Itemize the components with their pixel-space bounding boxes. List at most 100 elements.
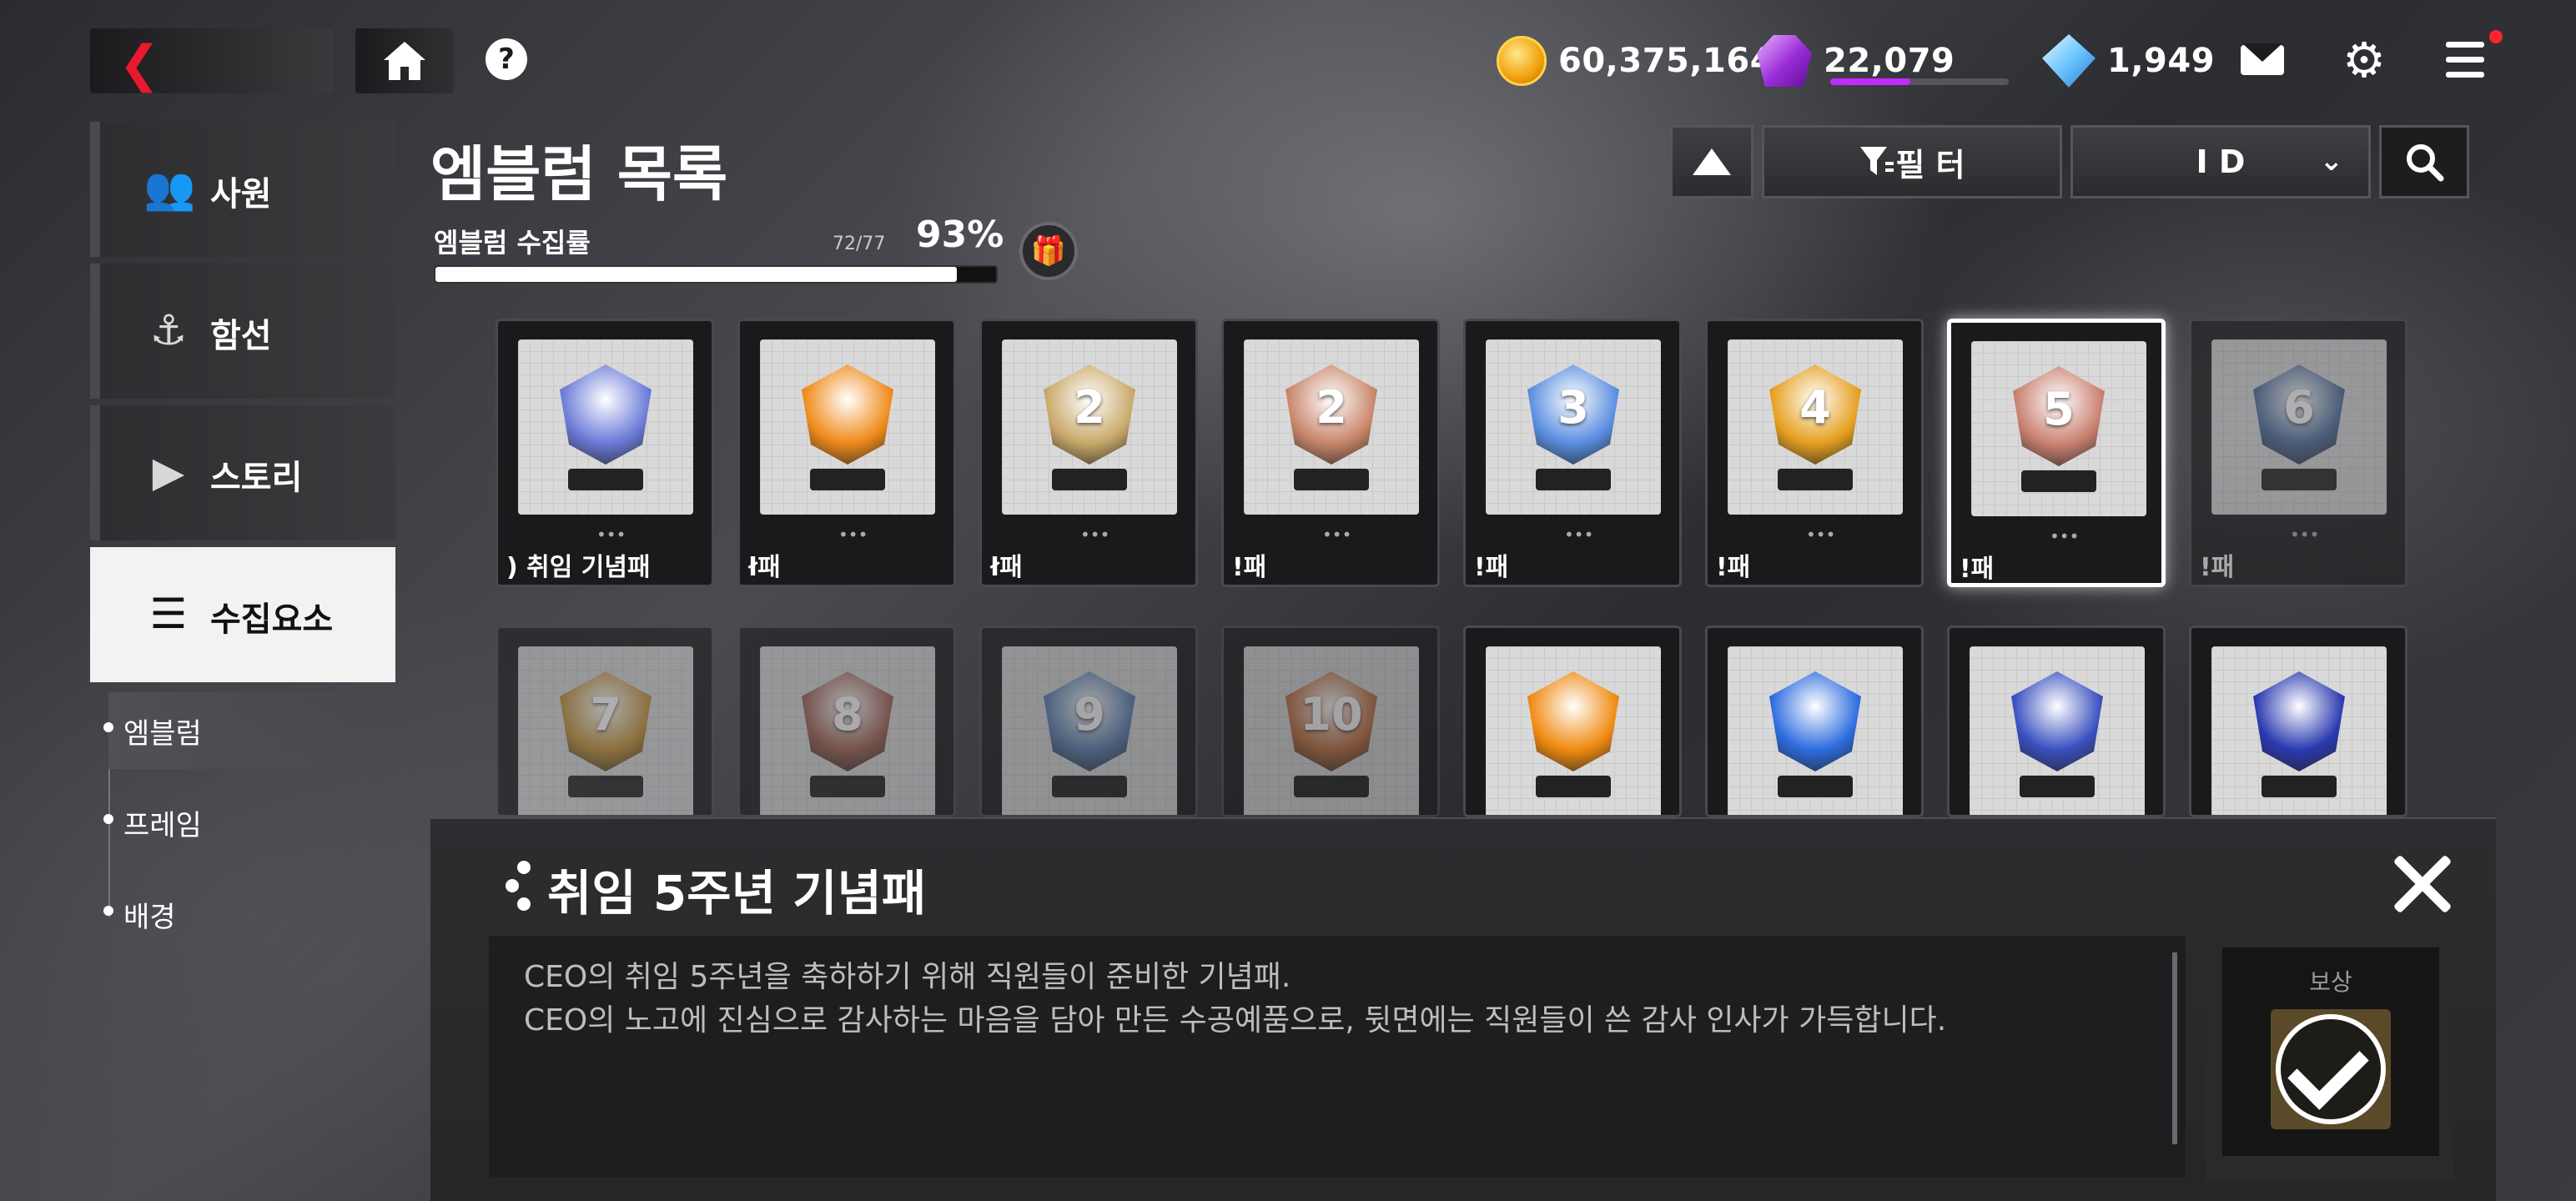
- emblem-card[interactable]: [1705, 626, 1924, 817]
- description-box: CEO의 취임 5주년을 축하하기 위해 직원들이 준비한 기념패. CEO의 …: [489, 936, 2186, 1178]
- emblem-card[interactable]: 5 ••• !패: [1947, 319, 2166, 587]
- filter-icon: [1860, 147, 1894, 175]
- submenu-dot: [103, 722, 113, 732]
- search-button[interactable]: [2379, 125, 2469, 198]
- emblem-card[interactable]: ••• ł패: [737, 319, 956, 587]
- emblem-card[interactable]: 3 ••• !패: [1463, 319, 1682, 587]
- collection-rate-label: 엠블럼 수집률: [434, 227, 591, 259]
- emblem-icon: [1511, 663, 1636, 805]
- collection-count: 72/77: [833, 234, 886, 254]
- page-title: 엠블럼 목록: [430, 139, 728, 209]
- emblem-card[interactable]: 10: [1221, 626, 1440, 817]
- emblem-name: ł패: [748, 553, 781, 582]
- filter-label: 필 터: [1895, 146, 1965, 183]
- gift-icon[interactable]: 🎁: [1019, 222, 1078, 280]
- emblem-number: 4: [1799, 381, 1831, 434]
- emblem-thumbnail: 2: [1244, 339, 1419, 515]
- submenu-label: 엠블럼: [123, 717, 202, 751]
- chevron-down-icon: ⌄: [2319, 144, 2344, 178]
- emblem-number: 10: [1300, 688, 1363, 741]
- emblem-icon: 9: [1027, 663, 1152, 805]
- emblem-icon: 10: [1269, 663, 1394, 805]
- back-button[interactable]: ❮: [90, 28, 334, 93]
- emblem-card[interactable]: 7: [496, 626, 714, 817]
- sort-order-button[interactable]: [1670, 125, 1753, 198]
- sidebar-item-label: 수집요소: [210, 600, 334, 639]
- filter-button[interactable]: 필 터: [1762, 125, 2062, 198]
- blue-diamond-icon: [2042, 34, 2096, 88]
- description-line: CEO의 노고에 진심으로 감사하는 마음을 담아 만든 수공예품으로, 뒷면에…: [524, 1003, 1947, 1038]
- emblem-card[interactable]: [1463, 626, 1682, 817]
- emblem-dots-icon: •••: [1080, 525, 1110, 545]
- emblem-thumbnail: [1486, 646, 1661, 815]
- emblem-number: 3: [1557, 381, 1589, 434]
- gold-amount: 60,375,164: [1558, 42, 1774, 80]
- sidebar-item-label: 스토리: [210, 459, 303, 497]
- collectibles-icon: ☰: [149, 590, 188, 638]
- ship-icon: ⚓: [149, 306, 188, 354]
- settings-gear-icon[interactable]: ⚙: [2341, 36, 2387, 84]
- collection-percent: 93%: [916, 214, 1004, 256]
- sidebar-item-collectibles[interactable]: ☰ 수집요소: [90, 547, 395, 682]
- back-arrow-icon: ❮: [118, 35, 161, 93]
- emblem-icon: [543, 356, 668, 498]
- submenu-emblem[interactable]: 엠블럼: [103, 711, 202, 751]
- emblem-name: !패: [1232, 553, 1267, 582]
- emblem-card[interactable]: 9: [979, 626, 1198, 817]
- emblem-card[interactable]: [2189, 626, 2407, 817]
- emblem-number: 5: [2043, 383, 2075, 435]
- gem-bar: [1830, 78, 2009, 85]
- emblem-thumbnail: 6: [2211, 339, 2387, 515]
- story-icon: ▶: [152, 448, 185, 496]
- gold-currency: 60,375,164: [1497, 32, 1774, 90]
- emblem-dots-icon: •••: [838, 525, 868, 545]
- menu-hamburger-icon[interactable]: [2443, 37, 2489, 83]
- diamond-amount: 1,949: [2107, 42, 2216, 80]
- emblem-thumbnail: 7: [518, 646, 693, 815]
- emblem-dots-icon: •••: [2290, 525, 2320, 545]
- submenu-dot: [103, 814, 113, 824]
- emblem-card[interactable]: 2 ••• ł패: [979, 319, 1198, 587]
- notification-dot: [2489, 30, 2503, 43]
- emblem-number: 9: [1074, 688, 1105, 741]
- emblem-card[interactable]: [1947, 626, 2166, 817]
- emblem-thumbnail: [1728, 646, 1903, 815]
- emblem-name: !패: [1716, 553, 1751, 582]
- emblem-name: !패: [1960, 555, 1995, 584]
- description-scrollbar[interactable]: [2172, 952, 2177, 1144]
- mail-button[interactable]: [2239, 37, 2286, 83]
- submenu-background[interactable]: 배경: [103, 894, 176, 935]
- sort-select[interactable]: I D ⌄: [2070, 125, 2371, 198]
- home-button[interactable]: [355, 28, 454, 93]
- menu-line: [2446, 72, 2484, 78]
- emblem-icon: 6: [2236, 356, 2362, 498]
- emblem-card[interactable]: 6 ••• !패: [2189, 319, 2407, 587]
- mail-flap: [2242, 43, 2282, 62]
- purple-gem-icon: [1757, 35, 1812, 87]
- emblem-icon: [1995, 663, 2120, 805]
- sidebar-item-ships[interactable]: ⚓ 함선: [90, 264, 395, 399]
- emblem-icon: 5: [1996, 358, 2121, 500]
- collection-progress-bar: [434, 265, 998, 284]
- employees-icon: 👥: [143, 164, 196, 213]
- description-line: CEO의 취임 5주년을 축하하기 위해 직원들이 준비한 기념패.: [524, 960, 1291, 994]
- emblem-card[interactable]: 2 ••• !패: [1221, 319, 1440, 587]
- help-button[interactable]: ?: [486, 38, 527, 80]
- sidebar-item-employees[interactable]: 👥 사원: [90, 122, 395, 257]
- submenu-frame[interactable]: 프레임: [103, 802, 202, 843]
- gem-amount: 22,079: [1824, 42, 1955, 80]
- emblem-detail-panel: 취임 5주년 기념패 CEO의 취임 5주년을 축하하기 위해 직원들이 준비한…: [430, 817, 2496, 1201]
- emblem-thumbnail: 4: [1728, 339, 1903, 515]
- sidebar-item-story[interactable]: ▶ 스토리: [90, 405, 395, 540]
- emblem-card[interactable]: •••) 취임 기념패: [496, 319, 714, 587]
- emblem-thumbnail: [760, 339, 935, 515]
- search-icon: [2407, 144, 2444, 182]
- close-icon[interactable]: [2391, 852, 2454, 916]
- emblem-card[interactable]: 8: [737, 626, 956, 817]
- home-icon: [384, 42, 425, 80]
- reward-inner: 보상: [2222, 947, 2439, 1156]
- emblem-thumbnail: 5: [1971, 341, 2146, 516]
- emblem-card[interactable]: 4 ••• !패: [1705, 319, 1924, 587]
- triangle-up-icon: [1693, 148, 1731, 175]
- progress-fill: [435, 267, 957, 282]
